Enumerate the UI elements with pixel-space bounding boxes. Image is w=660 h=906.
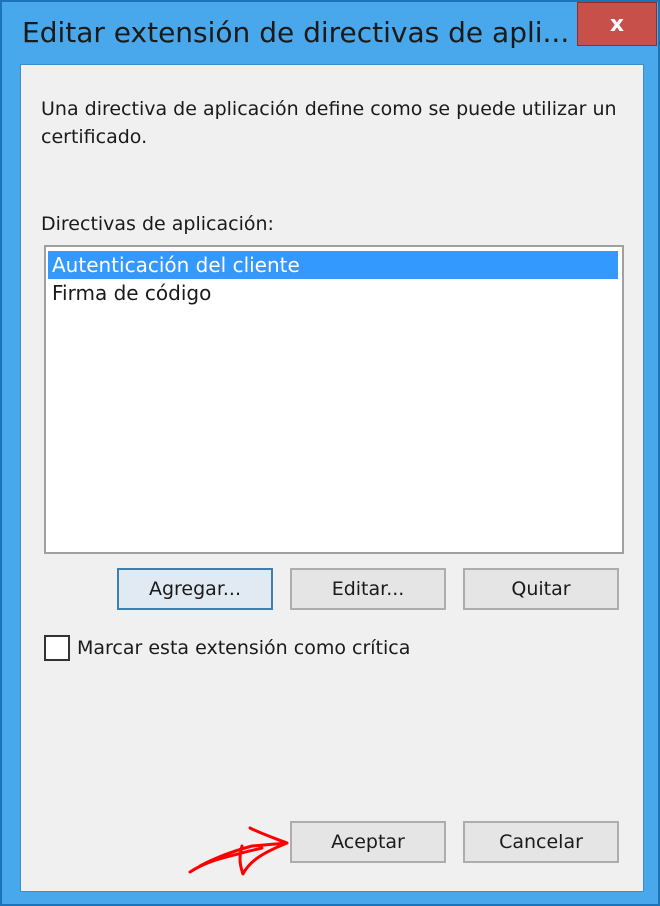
add-button[interactable]: Agregar... — [117, 568, 273, 610]
close-icon: x — [609, 11, 625, 37]
application-policies-list[interactable]: Autenticación del cliente Firma de códig… — [44, 245, 624, 554]
window-title: Editar extensión de directivas de apli..… — [22, 16, 570, 49]
remove-button[interactable]: Quitar — [463, 568, 619, 610]
dialog-window: Editar extensión de directivas de apli..… — [0, 0, 660, 906]
edit-button[interactable]: Editar... — [290, 568, 446, 610]
list-label: Directivas de aplicación: — [41, 213, 274, 235]
ok-button[interactable]: Aceptar — [290, 821, 446, 863]
list-item[interactable]: Firma de código — [48, 279, 211, 307]
dialog-body: Una directiva de aplicación define como … — [20, 64, 644, 892]
list-item[interactable]: Autenticación del cliente — [48, 251, 618, 279]
description-text: Una directiva de aplicación define como … — [41, 98, 617, 148]
close-button[interactable]: x — [577, 2, 657, 46]
cancel-button[interactable]: Cancelar — [463, 821, 619, 863]
critical-checkbox-label: Marcar esta extensión como crítica — [77, 637, 411, 659]
critical-checkbox[interactable] — [44, 635, 70, 661]
